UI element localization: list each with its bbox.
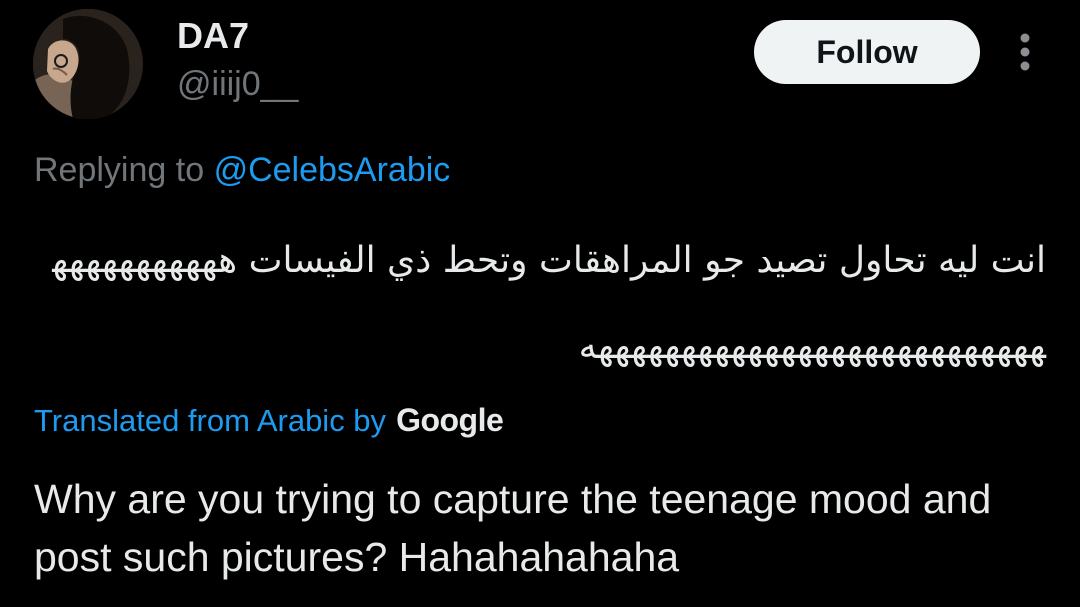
replying-to-line: Replying to @CelebsArabic: [34, 150, 450, 190]
avatar[interactable]: [33, 9, 143, 119]
replying-to-label: Replying to: [34, 151, 205, 189]
translated-tweet-text: Why are you trying to capture the teenag…: [34, 476, 992, 580]
follow-button[interactable]: Follow: [754, 20, 980, 84]
more-vertical-icon: [1020, 33, 1030, 71]
user-handle[interactable]: @iiij0__: [177, 64, 298, 104]
translated-from-link[interactable]: Translated from Arabic by: [34, 401, 386, 441]
reply-mention-link[interactable]: @CelebsArabic: [214, 151, 451, 189]
more-options-button[interactable]: [1006, 30, 1044, 74]
profile-photo-icon: [33, 9, 143, 119]
translation-attribution: Translated from Arabic by Google: [34, 400, 504, 441]
display-name[interactable]: DA7: [177, 16, 249, 56]
tweet-text: انت ليه تحاول تصيد جو المراهقات وتحط ذي …: [52, 240, 1046, 367]
google-logo: Google: [396, 402, 504, 438]
